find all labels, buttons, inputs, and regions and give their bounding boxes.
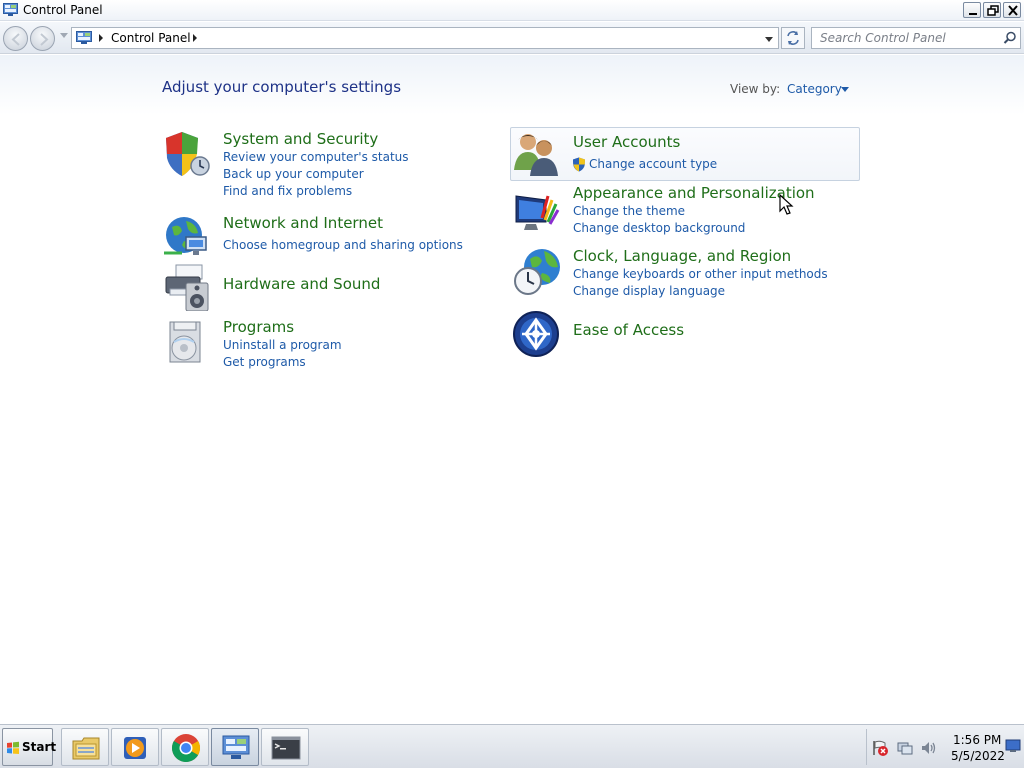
minimize-button[interactable] [963,2,981,18]
clock-globe-icon[interactable] [512,247,560,295]
main-content: Adjust your computer's settings View by:… [0,55,1024,724]
title-bar[interactable]: Control Panel [0,0,1024,21]
window-title: Control Panel [23,3,103,17]
view-by-label: View by: [730,82,781,96]
page-title: Adjust your computer's settings [162,78,402,96]
category-title-hardware-and-sound[interactable]: Hardware and Sound [223,275,380,293]
search-placeholder: Search Control Panel [820,31,946,45]
forward-button[interactable] [30,26,55,51]
chevron-down-icon[interactable] [841,87,849,92]
forward-arrow-icon [40,33,49,46]
chrome-icon [172,734,200,762]
media-player-icon [124,737,146,759]
start-button[interactable]: Start [2,728,57,766]
category-title-system-and-security[interactable]: System and Security [223,130,378,148]
show-desktop-icon[interactable] [1005,739,1021,753]
link-get-programs[interactable]: Get programs [223,355,306,369]
address-dropdown-icon[interactable] [765,37,773,42]
link-change-theme[interactable]: Change the theme [573,204,685,218]
folder-icon [72,737,100,760]
mouse-cursor-icon [779,194,794,215]
shield-icon[interactable] [162,130,210,178]
category-title-programs[interactable]: Programs [223,318,294,336]
category-title-ease-of-access[interactable]: Ease of Access [573,321,684,339]
printer-speaker-icon[interactable] [162,263,210,311]
breadcrumb-control-panel[interactable]: Control Panel [111,31,191,45]
back-button[interactable] [3,26,28,51]
globe-network-icon[interactable] [162,213,210,261]
minimize-icon [969,13,977,15]
user-accounts-hover-highlight[interactable] [510,127,860,181]
taskbar-command-prompt[interactable] [261,728,309,766]
start-label: Start [22,740,57,754]
close-button[interactable] [1003,2,1021,18]
control-panel-window: Control Panel Control Panel Search Contr… [0,0,1024,724]
search-icon[interactable] [1003,31,1017,45]
taskbar-chrome[interactable] [161,728,209,766]
clock-time[interactable]: 1:56 PM [953,733,1001,747]
link-back-up[interactable]: Back up your computer [223,167,364,181]
programs-disc-icon[interactable] [162,318,210,366]
taskbar-control-panel[interactable] [211,728,259,766]
breadcrumb-chevron-icon[interactable] [193,34,197,42]
link-change-keyboards[interactable]: Change keyboards or other input methods [573,267,828,281]
restore-button[interactable] [983,2,1001,18]
tray-separator [866,729,867,765]
refresh-button[interactable] [781,27,805,49]
close-icon [1008,5,1018,16]
link-uninstall-program[interactable]: Uninstall a program [223,338,342,352]
address-bar[interactable]: Control Panel [71,27,779,49]
restore-icon [987,5,999,16]
action-center-flag-icon[interactable] [871,739,889,757]
view-by-dropdown[interactable]: Category [787,82,842,96]
monitor-brush-icon[interactable] [512,188,560,236]
control-panel-icon [222,735,250,759]
category-title-clock-language-region[interactable]: Clock, Language, and Region [573,247,791,265]
control-panel-icon [3,3,18,16]
search-input[interactable]: Search Control Panel [811,27,1021,49]
link-homegroup-sharing[interactable]: Choose homegroup and sharing options [223,238,463,252]
category-title-network-and-internet[interactable]: Network and Internet [223,214,383,232]
windows-logo-icon [7,741,19,754]
link-change-desktop-background[interactable]: Change desktop background [573,221,745,235]
taskbar-windows-explorer[interactable] [61,728,109,766]
cmd-icon [271,736,301,760]
volume-icon[interactable] [920,739,938,757]
network-icon[interactable] [896,739,914,757]
taskbar-media-player[interactable] [111,728,159,766]
link-find-fix-problems[interactable]: Find and fix problems [223,184,352,198]
recent-pages-dropdown[interactable] [60,33,68,38]
control-panel-icon [76,31,92,44]
link-review-status[interactable]: Review your computer's status [223,150,409,164]
ease-of-access-icon[interactable] [512,310,560,358]
navigation-bar: Control Panel Search Control Panel [0,22,1024,54]
category-title-user-accounts[interactable]: User Accounts [573,133,680,151]
refresh-icon [787,31,799,45]
clock-date[interactable]: 5/5/2022 [951,749,1005,763]
users-icon[interactable] [512,130,560,178]
back-arrow-icon [11,33,20,46]
taskbar: Start 1:56 PM 5/5/2022 [0,724,1024,768]
link-change-display-language[interactable]: Change display language [573,284,725,298]
uac-shield-icon [573,157,585,172]
breadcrumb-chevron-icon[interactable] [99,34,103,42]
link-change-account-type[interactable]: Change account type [589,157,717,171]
